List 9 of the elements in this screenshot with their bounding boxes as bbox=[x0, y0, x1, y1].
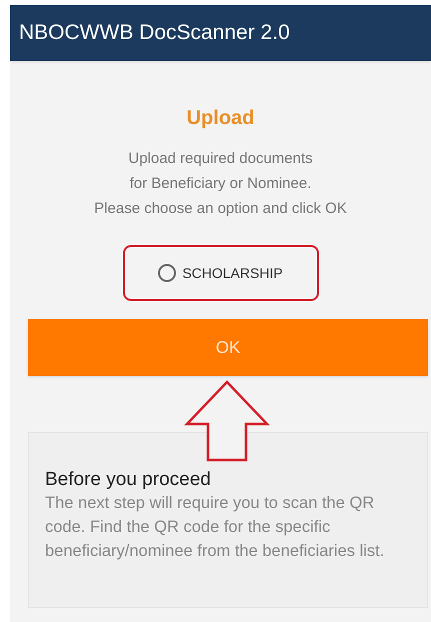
message-line: for Beneficiary or Nominee. bbox=[130, 174, 312, 194]
app-title: NBOCWWB DocScanner 2.0 bbox=[19, 20, 290, 46]
option-label[interactable]: SCHOLARSHIP bbox=[182, 262, 283, 284]
message-line: Please choose an option and click OK bbox=[94, 199, 347, 219]
radio-button[interactable] bbox=[158, 264, 176, 282]
card-text: The next step will require you to scan the QR code. Find the QR code for the specific beneficiary/nominee from the beneficiaries list. bbox=[45, 493, 386, 562]
message-line: Upload required documents bbox=[128, 149, 313, 169]
card-title: Before you proceed bbox=[45, 469, 212, 491]
dialog-title: Upload bbox=[186, 108, 254, 128]
